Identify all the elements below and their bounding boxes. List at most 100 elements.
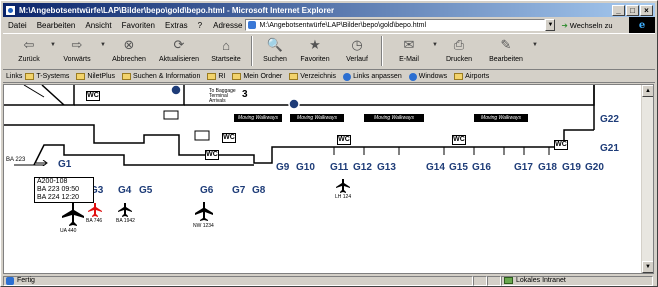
stop-button[interactable]: ⊗ Abbrechen — [105, 36, 153, 63]
stop-icon: ⊗ — [123, 37, 135, 52]
gate-g21[interactable]: G21 — [600, 143, 619, 154]
plane-ba746-icon[interactable] — [88, 203, 102, 217]
restroom-icon[interactable]: WC — [554, 140, 568, 150]
plane-label-ba1942: BA 1942 — [116, 218, 135, 224]
gate-g15[interactable]: G15 — [449, 162, 468, 173]
terminal-number: 3 — [242, 89, 248, 100]
link-mein-ordner[interactable]: Mein Ordner — [232, 73, 282, 80]
toolbar-separator — [381, 36, 383, 66]
gate-g12[interactable]: G12 — [353, 162, 372, 173]
info-point-icon — [170, 85, 182, 96]
gate-g20[interactable]: G20 — [585, 162, 604, 173]
folder-icon — [25, 73, 35, 80]
address-label: Adresse — [213, 20, 243, 30]
menu-extras[interactable]: Extras — [160, 21, 193, 30]
menu-datei[interactable]: Datei — [3, 21, 32, 30]
plane-nw1234-icon[interactable] — [195, 202, 213, 221]
page-done-icon — [6, 276, 14, 285]
gate-g11[interactable]: G11 — [330, 162, 348, 173]
mail-label: E-Mail — [399, 56, 419, 63]
gate-g5[interactable]: G5 — [139, 185, 152, 196]
link-airports[interactable]: Airports — [454, 73, 489, 80]
close-button[interactable]: × — [640, 4, 653, 16]
folder-icon — [454, 73, 464, 80]
moving-walkway: Moving Walkways — [364, 114, 424, 122]
gate-g8[interactable]: G8 — [252, 185, 265, 196]
terminal-outline — [4, 124, 594, 164]
search-label: Suchen — [263, 56, 287, 63]
moving-walkway: Moving Walkways — [474, 114, 528, 122]
address-dropdown-button[interactable]: ▼ — [545, 19, 556, 31]
restroom-icon[interactable]: WC — [86, 91, 100, 101]
gate-g22[interactable]: G22 — [600, 114, 619, 125]
gate-g4[interactable]: G4 — [118, 185, 131, 196]
gate-g18[interactable]: G18 — [538, 162, 557, 173]
print-button[interactable]: ⎙ Drucken — [437, 36, 481, 63]
favorites-icon: ★ — [309, 37, 321, 52]
links-label: Links — [6, 73, 23, 80]
info-sign: To Baggage Terminal Arrivals — [209, 88, 236, 104]
gate-g17[interactable]: G17 — [514, 162, 533, 173]
go-button[interactable]: ➔ Wechseln zu — [561, 21, 612, 30]
link-suchen-information[interactable]: Suchen & Information — [122, 73, 200, 80]
gate-g9[interactable]: G9 — [276, 162, 289, 173]
link-niletplus[interactable]: NiletPlus — [76, 73, 115, 80]
title-bar: M:\Angebotsentwürfe\LAP\Bilder\bepo\gold… — [3, 3, 655, 17]
gate-g10[interactable]: G10 — [296, 162, 315, 173]
restroom-icon[interactable]: WC — [337, 135, 351, 145]
search-button[interactable]: 🔍 Suchen — [257, 36, 293, 63]
mail-icon: ✉ — [403, 37, 415, 52]
restroom-icon[interactable]: WC — [205, 150, 219, 160]
refresh-button[interactable]: ⟳ Aktualisieren — [153, 36, 205, 63]
mail-button[interactable]: ✉ E-Mail ▼ — [387, 36, 438, 63]
menu-bearbeiten[interactable]: Bearbeiten — [32, 21, 81, 30]
gate-g7[interactable]: G7 — [232, 185, 245, 196]
minimize-button[interactable]: _ — [612, 4, 625, 16]
page-icon — [248, 21, 257, 29]
terminal-outline — [41, 85, 65, 106]
restroom-icon[interactable]: WC — [222, 133, 236, 143]
favorites-button[interactable]: ★ Favoriten — [293, 36, 337, 63]
edit-button[interactable]: ✎ Bearbeiten ▼ — [481, 36, 538, 63]
gate-g19[interactable]: G19 — [562, 162, 581, 173]
link-t-systems[interactable]: T-Systems — [25, 73, 69, 80]
window-controls: _ □ × — [612, 4, 653, 16]
history-button[interactable]: ◷ Verlauf — [337, 36, 377, 63]
link-windows[interactable]: Windows — [408, 72, 447, 81]
home-label: Startseite — [211, 56, 241, 63]
menu-favoriten[interactable]: Favoriten — [117, 21, 160, 30]
scroll-up-button[interactable]: ▲ — [642, 85, 653, 97]
gate-g13[interactable]: G13 — [377, 162, 396, 173]
scroll-down-button[interactable]: ▼ — [642, 261, 653, 273]
print-icon: ⎙ — [453, 37, 465, 52]
status-cell-empty — [487, 275, 501, 286]
gate-g6[interactable]: G6 — [200, 185, 213, 196]
gate-g1[interactable]: G1 — [58, 159, 71, 170]
link-ri[interactable]: RI — [207, 73, 225, 80]
home-button[interactable]: ⌂ Startseite — [205, 36, 247, 64]
ie-app-icon — [5, 4, 16, 16]
plane-lh124-icon[interactable] — [336, 179, 350, 193]
plane-ua440-icon[interactable] — [62, 203, 84, 226]
menu-ansicht[interactable]: Ansicht — [80, 21, 116, 30]
link-verzeichnis[interactable]: Verzeichnis — [289, 73, 336, 80]
back-button[interactable]: ⇦ Zurück ▼ — [9, 36, 56, 63]
link-links-anpassen[interactable]: Links anpassen — [343, 72, 402, 81]
forward-button[interactable]: ⇨ Vorwärts ▼ — [55, 36, 106, 63]
shop-sign-icon — [163, 110, 179, 120]
gate-g14[interactable]: G14 — [426, 162, 445, 173]
maximize-button[interactable]: □ — [626, 4, 639, 16]
flight-label-ba223: BA 223 — [6, 157, 26, 163]
address-input[interactable]: M:\Angebotsentwürfe\LAP\Bilder\bepo\gold… — [245, 19, 546, 31]
links-bar: Links T-Systems NiletPlus Suchen & Infor… — [3, 71, 655, 83]
toolbar-separator — [251, 36, 253, 66]
menu-help[interactable]: ? — [193, 21, 207, 30]
gate-g16[interactable]: G16 — [472, 162, 491, 173]
moving-walkway: Moving Walkways — [234, 114, 282, 122]
vertical-scrollbar[interactable]: ▲ ▼ — [641, 85, 653, 273]
restroom-icon[interactable]: WC — [452, 135, 466, 145]
plane-label-lh124: LH 124 — [335, 194, 352, 200]
zone-text: Lokales Intranet — [516, 277, 566, 284]
plane-ba1942-icon[interactable] — [118, 203, 132, 217]
shop-sign-icon — [194, 130, 210, 141]
